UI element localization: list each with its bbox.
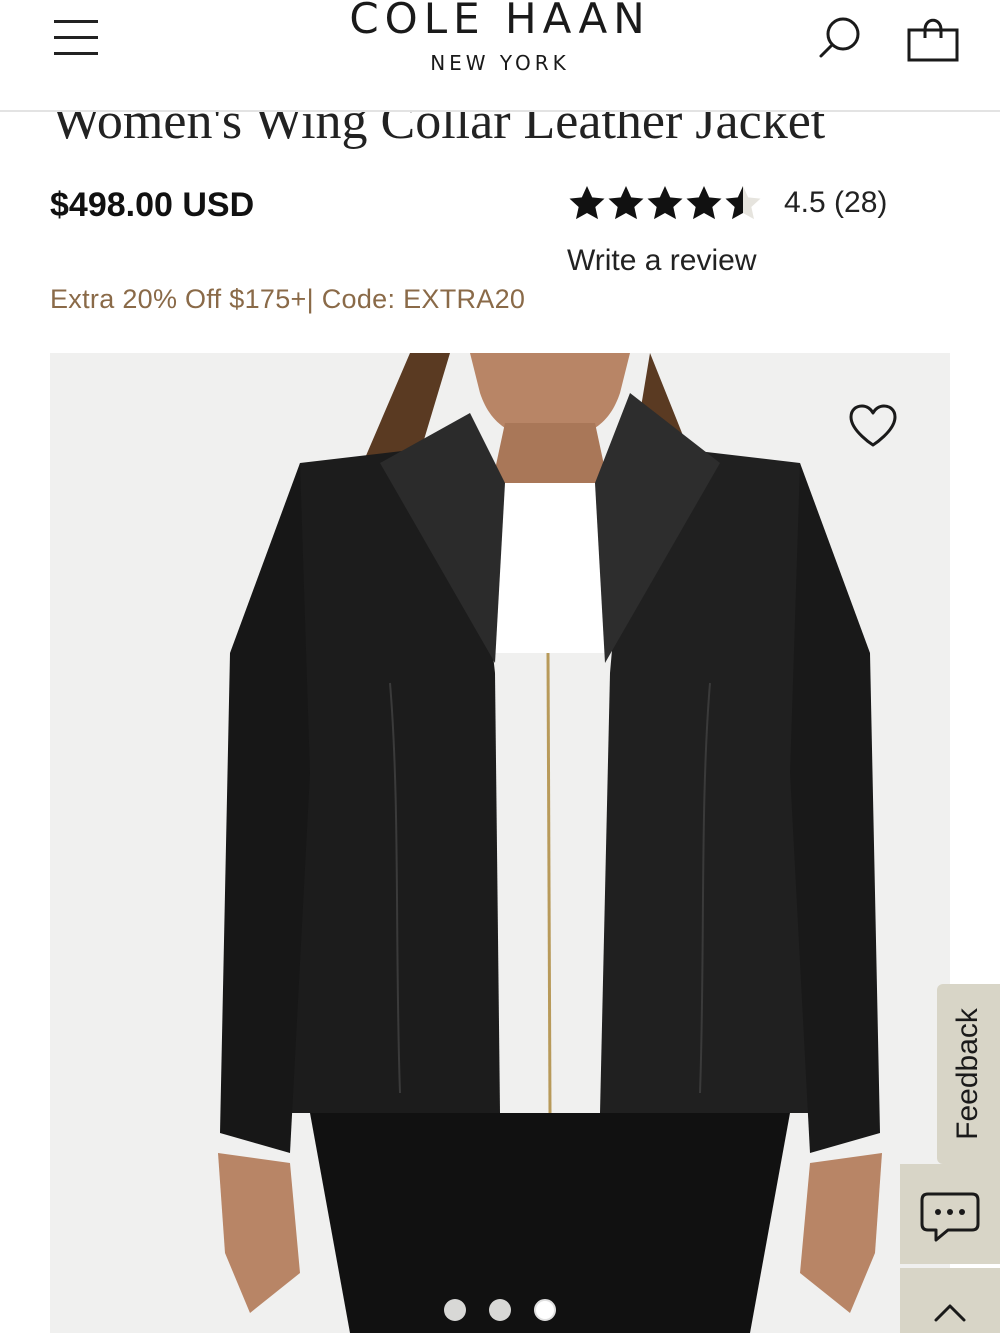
rating-stars <box>567 183 762 223</box>
brand-name: COLE HAAN <box>349 0 651 43</box>
shopping-bag-icon[interactable] <box>903 14 963 66</box>
star-icon <box>647 186 683 220</box>
chevron-up-icon[interactable] <box>900 1268 1000 1333</box>
site-header: COLE HAAN NEW YORK <box>0 0 1000 112</box>
feedback-tab[interactable]: Feedback <box>937 984 1000 1164</box>
jacket-photo <box>218 353 882 1333</box>
carousel-dot[interactable] <box>444 1299 466 1321</box>
chat-icon[interactable] <box>900 1164 1000 1264</box>
brand-logo[interactable]: COLE HAAN NEW YORK <box>300 0 700 75</box>
star-icon <box>686 186 722 220</box>
carousel-dot-active[interactable] <box>534 1299 556 1321</box>
heart-icon[interactable] <box>848 403 898 449</box>
promo-banner: Extra 20% Off $175+| Code: EXTRA20 <box>50 284 526 314</box>
product-image[interactable] <box>50 353 950 1333</box>
star-icon <box>569 186 605 220</box>
feedback-label: Feedback <box>951 1008 984 1140</box>
product-rating[interactable]: 4.5 (28) <box>567 180 887 226</box>
write-review-link[interactable]: Write a review <box>567 244 757 278</box>
menu-icon[interactable] <box>52 16 102 62</box>
brand-subtitle: NEW YORK <box>430 51 570 75</box>
carousel-dot[interactable] <box>489 1299 511 1321</box>
half-star-icon <box>725 186 761 220</box>
search-icon[interactable] <box>815 14 867 62</box>
star-icon <box>608 186 644 220</box>
rating-summary: 4.5 (28) <box>784 186 888 219</box>
image-carousel-dots <box>444 1299 556 1321</box>
product-price: $498.00 USD <box>50 186 255 224</box>
